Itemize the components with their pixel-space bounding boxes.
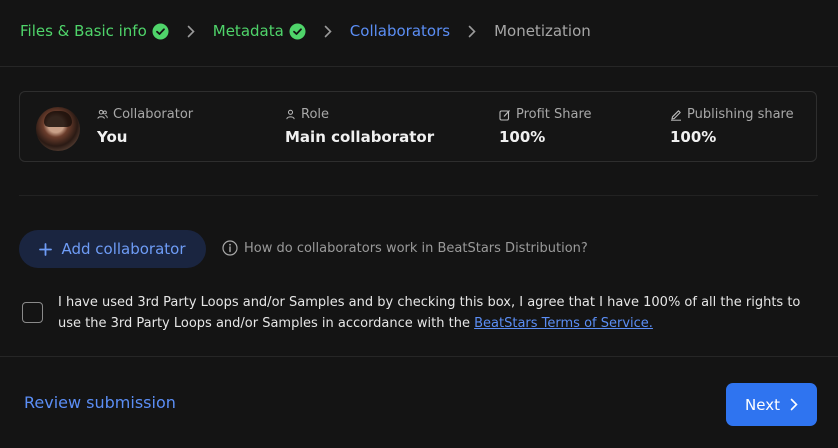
next-button[interactable]: Next	[726, 383, 817, 426]
avatar	[36, 107, 80, 151]
add-collaborator-button[interactable]: Add collaborator	[19, 230, 206, 268]
check-circle-icon	[152, 23, 169, 40]
help-link[interactable]: How do collaborators work in BeatStars D…	[222, 240, 588, 256]
terms-of-service-link[interactable]: BeatStars Terms of Service.	[474, 316, 653, 331]
step-label: Files & Basic info	[20, 22, 147, 40]
profit-share-value: 100%	[499, 128, 546, 146]
chevron-right-icon	[187, 25, 195, 38]
terms-text: I have used 3rd Party Loops and/or Sampl…	[58, 292, 818, 334]
pen-icon	[671, 109, 681, 121]
role-column: Role Main collaborator	[285, 107, 434, 146]
edit-square-icon	[499, 109, 510, 121]
step-metadata[interactable]: Metadata	[213, 22, 306, 40]
terms-body: I have used 3rd Party Loops and/or Sampl…	[58, 295, 801, 331]
role-value: Main collaborator	[285, 128, 435, 146]
step-files-basic-info[interactable]: Files & Basic info	[20, 22, 169, 40]
collaborator-column: Collaborator You	[97, 107, 193, 146]
review-submission-link[interactable]: Review submission	[24, 393, 176, 412]
publishing-share-label: Publishing share	[687, 107, 794, 122]
chevron-right-icon	[468, 25, 476, 38]
profit-share-label: Profit Share	[516, 107, 592, 122]
profit-share-column: Profit Share 100%	[499, 107, 592, 146]
chevron-right-icon	[790, 398, 798, 411]
chevron-right-icon	[324, 25, 332, 38]
divider	[0, 66, 838, 67]
plus-icon	[39, 242, 53, 256]
step-label: Monetization	[494, 22, 591, 40]
divider	[0, 356, 838, 357]
check-circle-icon	[289, 23, 306, 40]
step-label: Metadata	[212, 22, 284, 40]
users-icon	[97, 109, 108, 119]
step-collaborators[interactable]: Collaborators	[350, 22, 450, 40]
divider	[19, 195, 818, 196]
add-collaborator-label: Add collaborator	[61, 240, 186, 258]
publishing-share-value: 100%	[670, 128, 717, 146]
step-label: Collaborators	[349, 22, 451, 40]
collaborator-value: You	[97, 128, 128, 146]
collaborator-card: Collaborator You Role Main collaborator …	[19, 91, 817, 162]
help-text: How do collaborators work in BeatStars D…	[244, 240, 588, 256]
role-label: Role	[301, 107, 330, 122]
stepper: Files & Basic info Metadata Collaborator…	[20, 0, 591, 62]
collaborator-label: Collaborator	[113, 107, 194, 122]
terms-checkbox[interactable]	[22, 302, 43, 323]
next-label: Next	[745, 395, 780, 414]
publishing-share-column: Publishing share 100%	[670, 107, 794, 146]
user-icon	[286, 109, 295, 120]
info-icon	[222, 240, 238, 256]
step-monetization[interactable]: Monetization	[494, 22, 591, 40]
